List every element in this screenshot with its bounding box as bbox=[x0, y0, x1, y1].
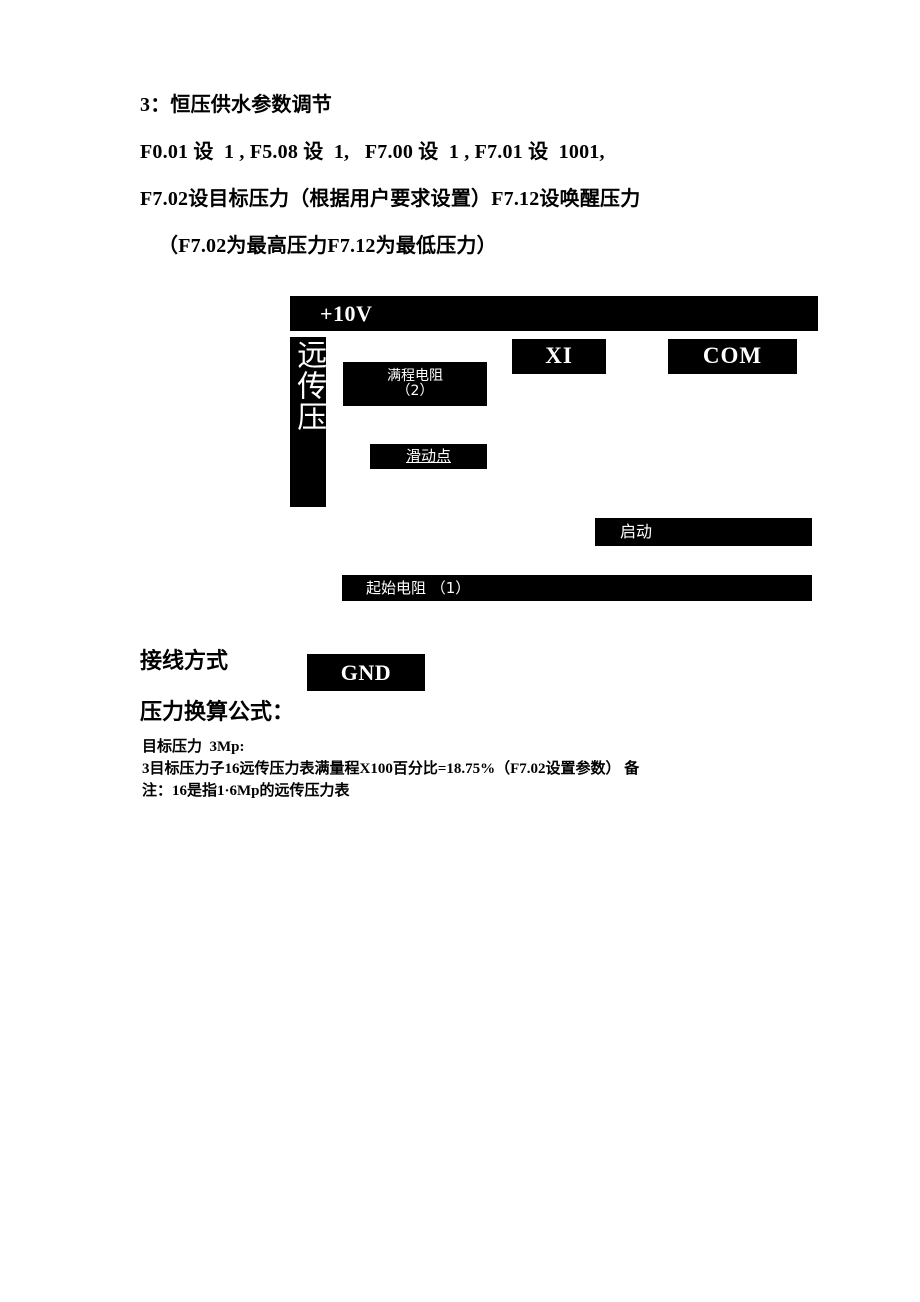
calculation-percentage-formula: 3目标压力子16远传压力表满量程X100百分比=18.75%（F7.02设置参数… bbox=[142, 761, 640, 777]
diagram-block-xi-terminal: XI bbox=[512, 339, 606, 374]
diagram-block-com-terminal: COM bbox=[668, 339, 797, 374]
diagram-block-supply-rail: +10V bbox=[290, 296, 818, 331]
initial-resistor-label: 起始电阻 （1） bbox=[366, 578, 471, 597]
diagram-block-remote-sensor: 远传压 bbox=[290, 337, 326, 507]
heading-line-pressure-range: （F7.02为最高压力F7.12为最低压力） bbox=[158, 235, 497, 257]
wiring-method-label: 接线方式 bbox=[140, 648, 229, 673]
gnd-terminal-label: GND bbox=[340, 659, 392, 685]
heading-line-title: 3：恒压供水参数调节 bbox=[140, 94, 332, 116]
supply-rail-label: +10V bbox=[320, 300, 373, 326]
diagram-block-full-range-resistor: 满程电阻 （2） bbox=[343, 362, 487, 406]
full-range-resistor-label: 满程电阻 （2） bbox=[387, 367, 443, 399]
remote-sensor-label: 远传压 bbox=[291, 339, 327, 432]
diagram-block-slider-point: 滑动点 bbox=[370, 444, 487, 469]
diagram-block-gnd-terminal: GND bbox=[307, 654, 425, 691]
diagram-block-start: 启动 bbox=[595, 518, 812, 546]
calculation-note: 注：16是指1·6Mp的远传压力表 bbox=[142, 783, 350, 799]
com-terminal-label: COM bbox=[702, 343, 763, 369]
diagram-block-initial-resistor: 起始电阻 （1） bbox=[342, 575, 812, 601]
xi-terminal-label: XI bbox=[545, 343, 573, 369]
slider-point-label: 滑动点 bbox=[405, 447, 451, 466]
parameter-heading-block: 3：恒压供水参数调节 F0.01 设 1 , F5.08 设 1, F7.00 … bbox=[140, 82, 840, 270]
start-label: 启动 bbox=[620, 522, 653, 542]
pressure-formula-title: 压力换算公式： bbox=[140, 699, 295, 724]
document-page: 3：恒压供水参数调节 F0.01 设 1 , F5.08 设 1, F7.00 … bbox=[0, 0, 920, 1302]
calculation-target-pressure: 目标压力 3Mp: bbox=[142, 739, 245, 755]
pressure-calculation-block: 目标压力 3Mp: 3目标压力子16远传压力表满量程X100百分比=18.75%… bbox=[142, 736, 822, 802]
heading-line-parameters: F0.01 设 1 , F5.08 设 1, F7.00 设 1 , F7.01… bbox=[140, 141, 605, 163]
heading-line-target-pressure: F7.02设目标压力（根据用户要求设置）F7.12设唤醒压力 bbox=[140, 188, 641, 210]
